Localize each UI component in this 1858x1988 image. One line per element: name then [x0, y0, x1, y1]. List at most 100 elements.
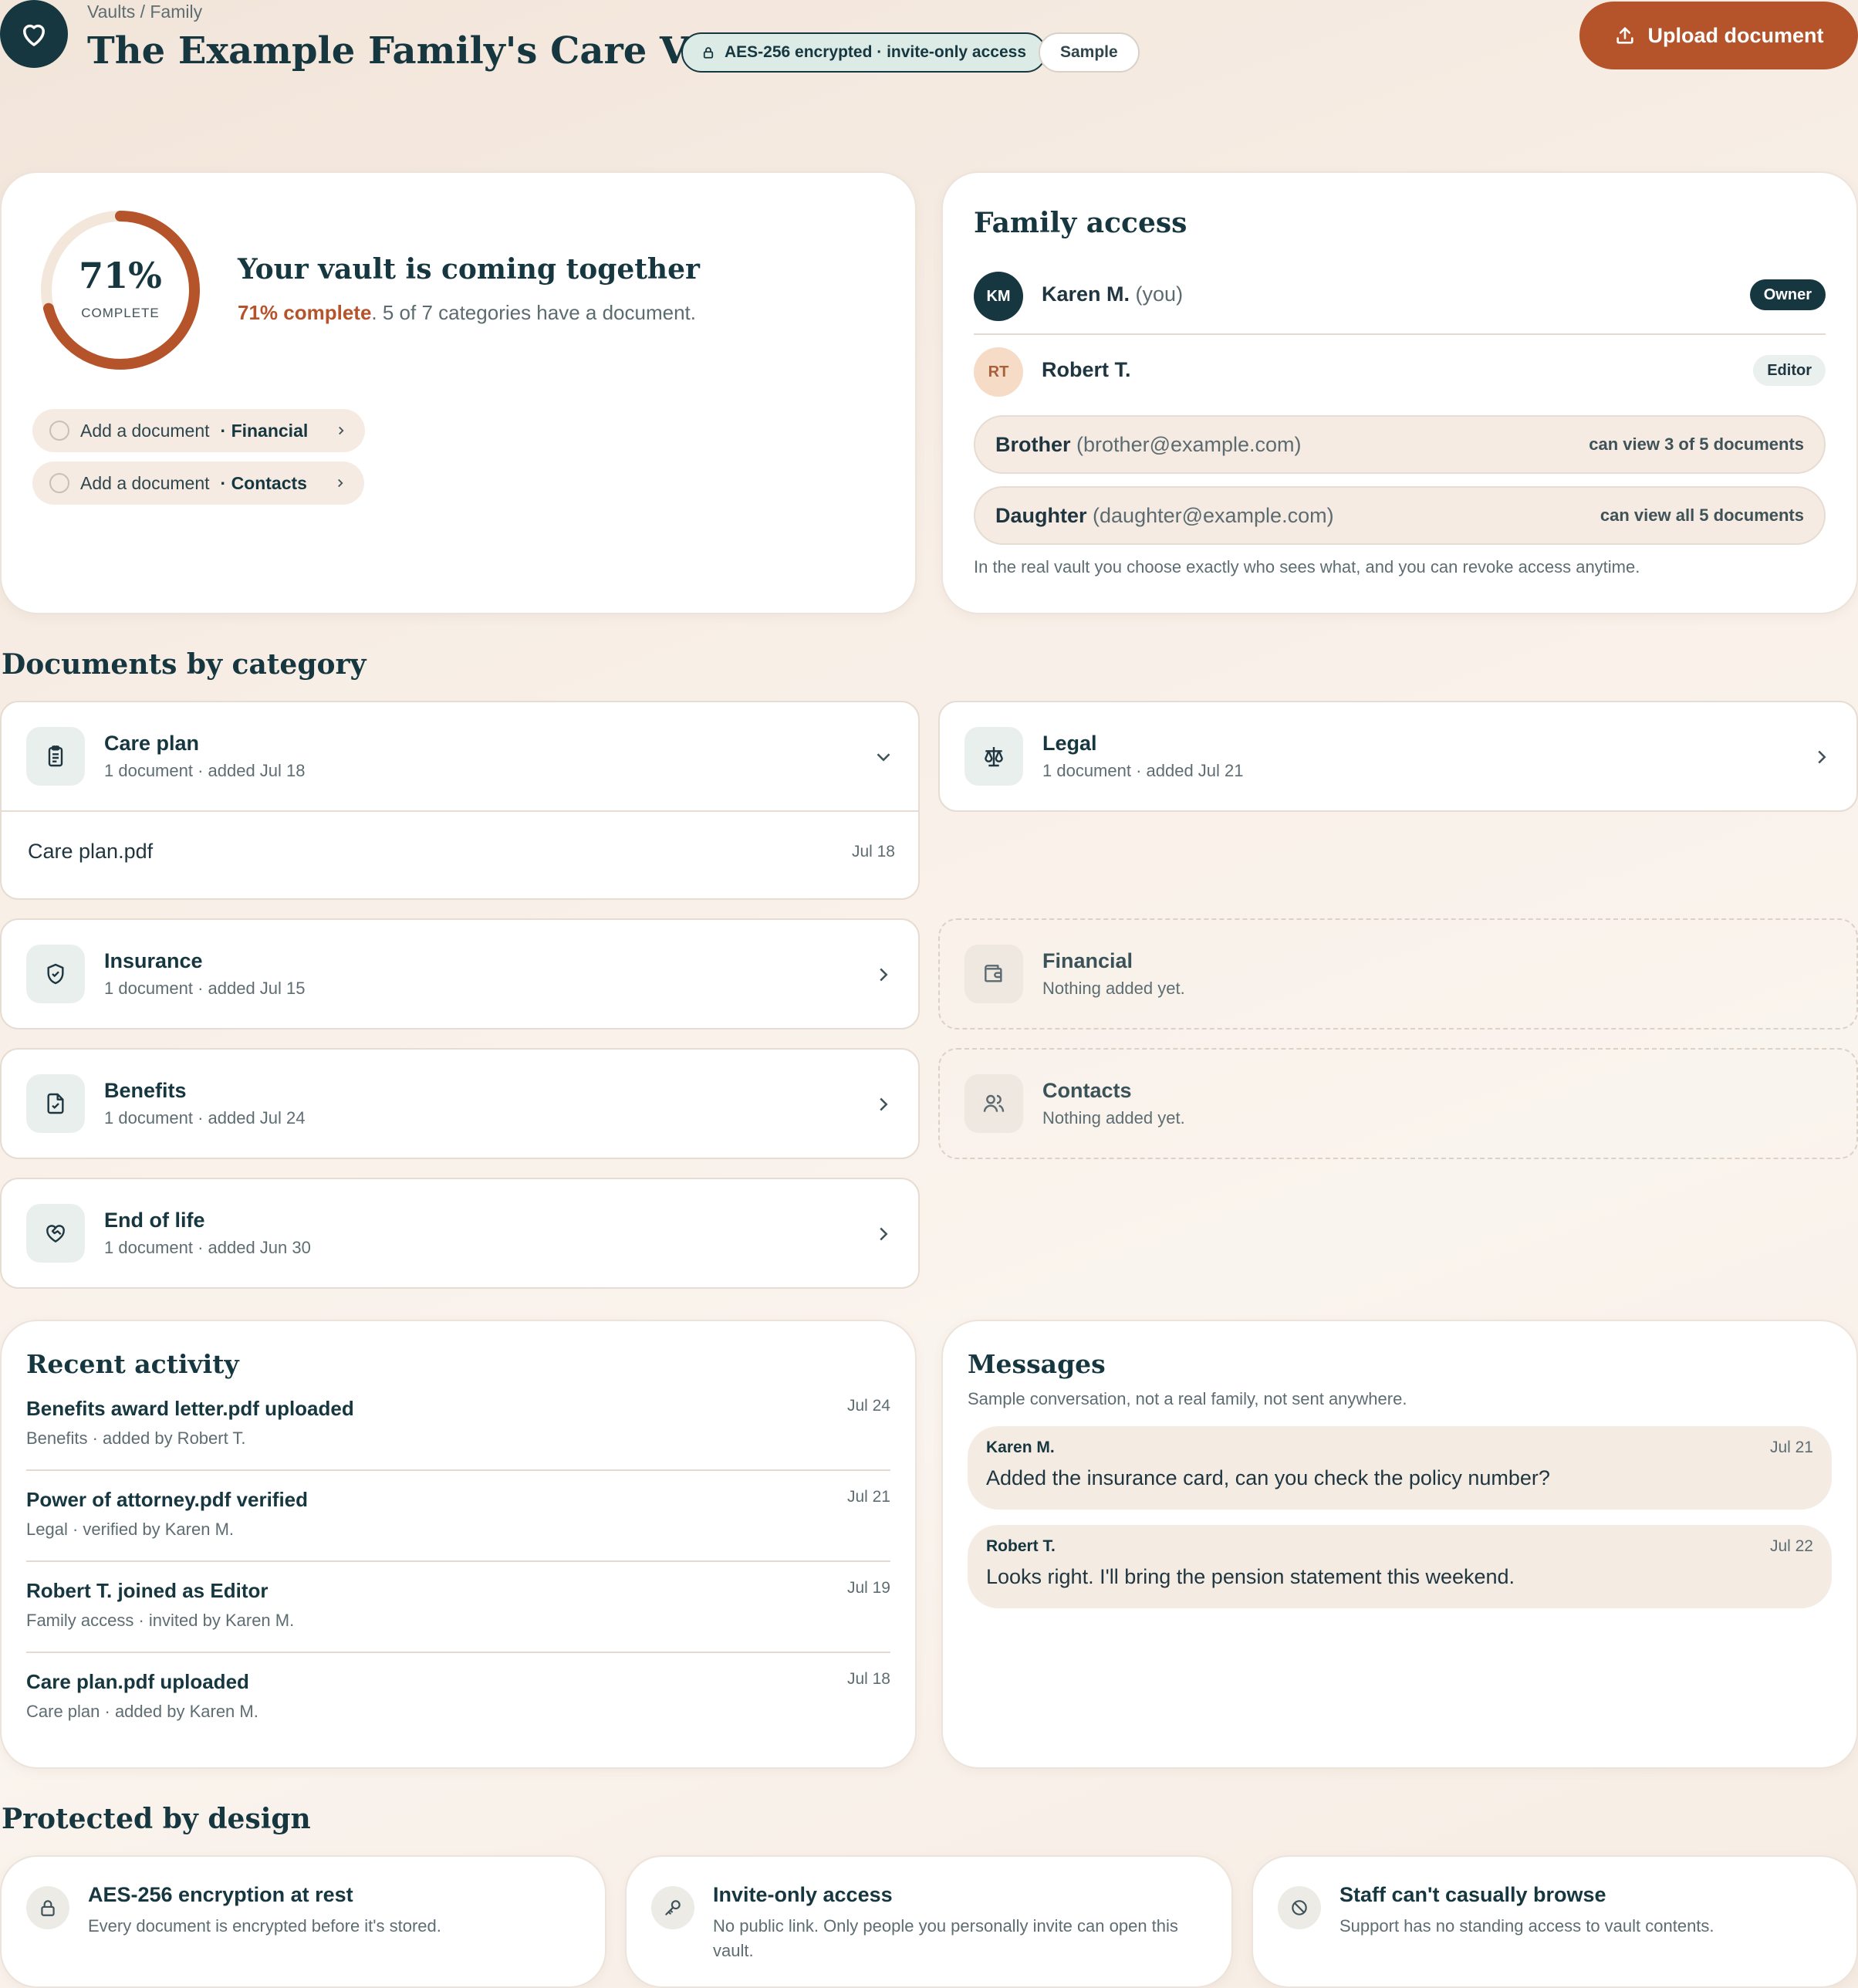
- ban-icon: [1278, 1886, 1321, 1929]
- recent-activity-title: Recent activity: [26, 1349, 239, 1379]
- category-name: Benefits: [104, 1079, 187, 1102]
- message-bubble: Robert T. Jul 22 Looks right. I'll bring…: [968, 1525, 1832, 1608]
- viewer-row[interactable]: Daughter (daughter@example.com) can view…: [974, 486, 1826, 545]
- progress-percent: 71%: [79, 255, 162, 296]
- file-check-icon: [26, 1074, 85, 1133]
- chevron-right-icon: [338, 478, 343, 488]
- messages-title: Messages: [968, 1349, 1106, 1379]
- category-name: Financial: [1042, 949, 1133, 972]
- family-access-footnote: In the real vault you choose exactly who…: [974, 557, 1640, 576]
- activity-item: Benefits award letter.pdf uploaded Benef…: [26, 1397, 890, 1449]
- activity-title: Care plan.pdf uploaded: [26, 1670, 249, 1693]
- chevron-down-icon[interactable]: [872, 746, 895, 769]
- viewer-row[interactable]: Brother (brother@example.com) can view 3…: [974, 415, 1826, 474]
- todo-circle: [49, 421, 69, 441]
- protected-title: AES-256 encryption at rest: [88, 1883, 353, 1906]
- file-date: Jul 18: [851, 843, 895, 860]
- category-end-of-life[interactable]: End of life 1 document · added Jun 30: [0, 1178, 920, 1289]
- todo-circle: [49, 473, 69, 493]
- protected-section-title: Protected by design: [2, 1803, 311, 1835]
- todo-add-contacts[interactable]: Add a document · Contacts: [32, 462, 364, 505]
- upload-document-label: Upload document: [1647, 23, 1824, 47]
- breadcrumb[interactable]: Vaults / Family: [87, 2, 202, 22]
- chevron-right-icon: [880, 1097, 888, 1111]
- category-legal[interactable]: Legal 1 document · added Jul 21: [938, 701, 1858, 812]
- upload-document-button[interactable]: Upload document: [1579, 2, 1858, 69]
- chevron-right-icon: [880, 968, 888, 982]
- viewer-email: (daughter@example.com): [1093, 503, 1334, 527]
- message-sender: Robert T.: [986, 1537, 1056, 1555]
- shield-icon: [26, 945, 85, 1003]
- divider: [974, 333, 1826, 335]
- category-sub: Nothing added yet.: [1042, 1108, 1185, 1128]
- category-sub: 1 document · added Jul 21: [1042, 761, 1244, 780]
- role-badge-editor: Editor: [1753, 355, 1826, 386]
- divider: [26, 1469, 890, 1471]
- lock-icon: [26, 1886, 69, 1929]
- scale-icon: [964, 727, 1023, 786]
- category-name: Insurance: [104, 949, 203, 972]
- progress-heading: Your vault is coming together: [238, 253, 700, 286]
- activity-item: Robert T. joined as Editor Family access…: [26, 1579, 890, 1631]
- progress-summary: 71% complete. 5 of 7 categories have a d…: [238, 301, 696, 325]
- category-care-plan-header[interactable]: [2, 702, 918, 810]
- todo-category: · Contacts: [220, 472, 307, 493]
- category-benefits[interactable]: Benefits 1 document · added Jul 24: [0, 1048, 920, 1159]
- protected-sub: Every document is encrypted before it's …: [88, 1916, 441, 1936]
- users-icon: [964, 1074, 1023, 1133]
- category-contacts[interactable]: Contacts Nothing added yet.: [938, 1048, 1858, 1159]
- activity-date: Jul 21: [846, 1488, 890, 1506]
- category-sub: 1 document · added Jul 24: [104, 1108, 306, 1128]
- todo-category: · Financial: [220, 420, 309, 441]
- lock-icon: [703, 47, 714, 59]
- progress-summary-rest: . 5 of 7 categories have a document.: [371, 301, 697, 324]
- category-name: End of life: [104, 1209, 205, 1232]
- page-title: The Example Family's Care Vault: [87, 29, 768, 73]
- role-badge-owner: Owner: [1749, 279, 1826, 310]
- member-name: Karen M. (you): [1042, 282, 1183, 306]
- protected-title: Staff can't casually browse: [1339, 1883, 1606, 1906]
- member-name-text: Karen M.: [1042, 282, 1130, 306]
- viewer-name: Brother: [995, 432, 1071, 456]
- member-note: (you): [1135, 282, 1184, 306]
- file-row[interactable]: Care plan.pdf Jul 18: [2, 812, 918, 898]
- protected-sub: No public link. Only people you personal…: [713, 1916, 1178, 1960]
- category-insurance[interactable]: Insurance 1 document · added Jul 15: [0, 918, 920, 1030]
- file-name: Care plan.pdf: [28, 840, 154, 863]
- viewer-email: (brother@example.com): [1076, 432, 1302, 456]
- sample-badge: Sample: [1039, 32, 1140, 73]
- activity-title: Power of attorney.pdf verified: [26, 1488, 309, 1511]
- protected-title: Invite-only access: [713, 1883, 893, 1906]
- activity-sub: Benefits · added by Robert T.: [26, 1428, 246, 1448]
- category-sub: 1 document · added Jul 15: [104, 979, 306, 998]
- family-access-title: Family access: [974, 207, 1187, 239]
- encryption-badge-label: AES-256 encrypted · invite-only access: [725, 43, 1026, 61]
- category-sub: Nothing added yet.: [1042, 979, 1185, 998]
- todo-add-financial[interactable]: Add a document · Financial: [32, 409, 366, 452]
- protected-sub: Support has no standing access to vault …: [1339, 1916, 1714, 1936]
- category-name: Contacts: [1042, 1079, 1132, 1102]
- activity-sub: Family access · invited by Karen M.: [26, 1611, 295, 1630]
- key-icon: [651, 1886, 694, 1929]
- chevron-right-icon: [339, 426, 344, 435]
- message-text: Added the insurance card, can you check …: [986, 1466, 1550, 1489]
- clipboard-icon: [26, 727, 85, 786]
- activity-title: Benefits award letter.pdf uploaded: [26, 1397, 354, 1420]
- progress-complete-label: COMPLETE: [81, 306, 160, 320]
- activity-item: Power of attorney.pdf verified Legal · v…: [26, 1488, 890, 1540]
- vault-logo[interactable]: [0, 0, 68, 68]
- heart-icon: [23, 24, 45, 46]
- todo-label: Add a document: [80, 420, 210, 441]
- activity-sub: Care plan · added by Karen M.: [26, 1702, 258, 1721]
- avatar: RT: [974, 347, 1023, 397]
- activity-date: Jul 18: [846, 1670, 890, 1688]
- progress-summary-strong: 71% complete: [238, 301, 372, 324]
- chevron-right-icon: [1818, 750, 1826, 764]
- message-date: Jul 21: [1769, 1439, 1813, 1456]
- upload-icon: [1616, 27, 1633, 44]
- category-financial[interactable]: Financial Nothing added yet.: [938, 918, 1858, 1030]
- vault-progress-card: 71% COMPLETE Your vault is coming togeth…: [0, 171, 917, 614]
- category-sub: 1 document · added Jun 30: [104, 1238, 311, 1257]
- messages-note: Sample conversation, not a real family, …: [968, 1389, 1407, 1408]
- viewer-permission: can view all 5 documents: [1600, 505, 1804, 525]
